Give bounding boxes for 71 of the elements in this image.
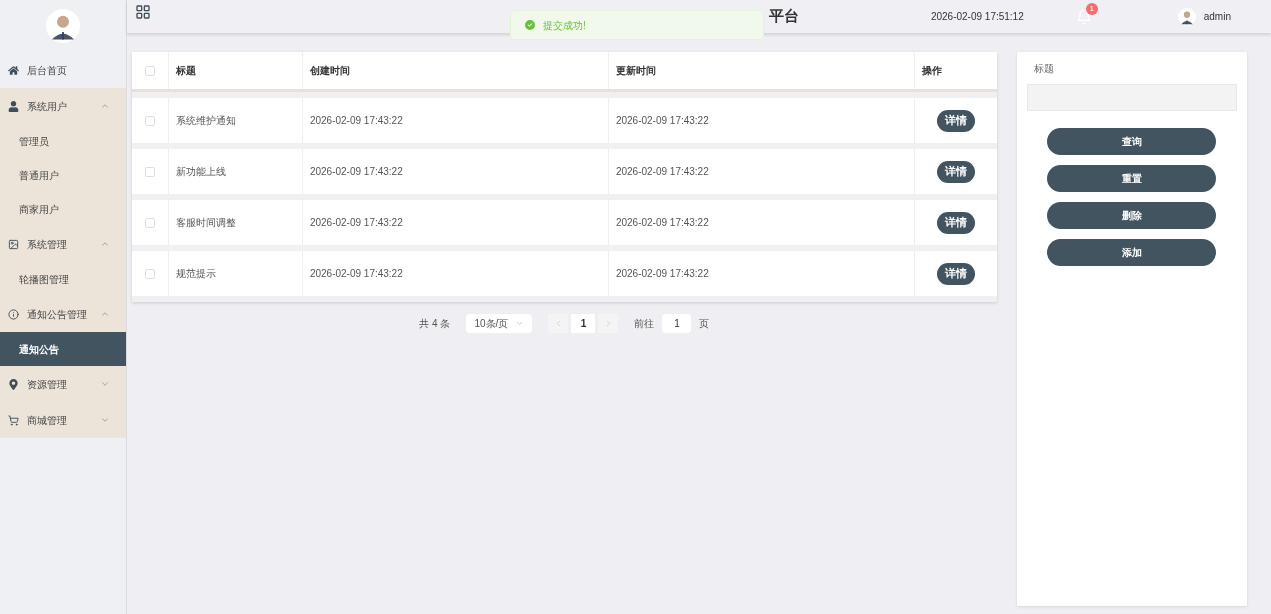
menu-item[interactable]: 通知公告管理: [0, 296, 126, 332]
table-cell-text: 2026-02-09 17:43:22: [615, 267, 709, 281]
submenu-item[interactable]: 轮播图管理: [0, 262, 126, 296]
table-cell-text: 2026-02-09 17:43:22: [309, 216, 403, 230]
action-button[interactable]: 添加: [1047, 239, 1217, 266]
filter-label: 标题: [1032, 62, 1055, 76]
action-button[interactable]: 查询: [1047, 128, 1217, 155]
total-count: 共 4 条: [419, 317, 451, 331]
menu-label: 通知公告管理: [27, 307, 88, 322]
column-header: 操作: [921, 64, 942, 78]
menu-label: 系统用户: [27, 99, 68, 114]
grid-icon[interactable]: [134, 4, 151, 20]
menu-label: 资源管理: [27, 377, 68, 392]
action-button[interactable]: 删除: [1047, 202, 1217, 229]
prev-page-button[interactable]: [548, 314, 569, 333]
user-icon: [8, 100, 19, 112]
username[interactable]: admin: [1203, 9, 1231, 24]
goto-page-field[interactable]: 1: [662, 314, 692, 333]
details-button[interactable]: 详情: [936, 109, 975, 132]
table-cell-text: 2026-02-09 17:43:22: [309, 165, 403, 179]
image-icon: [8, 238, 19, 250]
toast-message: 提交成功!: [543, 18, 586, 33]
submenu-item[interactable]: 普通用户: [0, 158, 126, 192]
bell-icon[interactable]: [1075, 8, 1092, 25]
column-header: 创建时间: [309, 64, 350, 78]
row-checkbox[interactable]: [144, 115, 155, 126]
user-avatar: [1177, 7, 1196, 26]
page-size-select[interactable]: 10条/页: [466, 314, 533, 333]
table-cell-text: 2026-02-09 17:43:22: [309, 114, 403, 128]
details-button[interactable]: 详情: [936, 211, 975, 234]
table-cell-text: 新功能上线: [175, 165, 226, 179]
pin-icon: [8, 378, 19, 390]
page-number[interactable]: 1: [571, 314, 596, 333]
table-cell-text: 2026-02-09 17:43:22: [615, 114, 709, 128]
menu-item[interactable]: 商城管理: [0, 402, 126, 438]
menu-label: 商城管理: [27, 413, 68, 428]
menu-label: 后台首页: [27, 63, 68, 78]
table-cell-text: 规范提示: [175, 267, 216, 281]
row-checkbox[interactable]: [144, 217, 155, 228]
submenu-item[interactable]: 商家用户: [0, 192, 126, 226]
row-checkbox[interactable]: [144, 166, 155, 177]
next-page-button[interactable]: [598, 314, 619, 333]
table-cell-text: 客服时间调整: [175, 216, 236, 230]
table-cell-text: 2026-02-09 17:43:22: [309, 267, 403, 281]
cart-icon: [8, 414, 19, 426]
check-icon: [525, 20, 535, 30]
avatar: [45, 9, 80, 43]
column-header: 更新时间: [615, 64, 656, 78]
action-button[interactable]: 重置: [1047, 165, 1217, 192]
details-button[interactable]: 详情: [936, 160, 975, 183]
menu-item[interactable]: 系统管理: [0, 226, 126, 262]
table-cell-text: 系统维护通知: [175, 114, 236, 128]
submenu-item[interactable]: 管理员: [0, 124, 126, 158]
chevron-down-icon: [515, 319, 525, 328]
info-icon: [8, 308, 19, 320]
select-all-checkbox[interactable]: [144, 65, 155, 76]
goto-label: 前往: [634, 317, 655, 331]
details-button[interactable]: 详情: [936, 262, 975, 285]
home-icon: [8, 64, 19, 76]
menu-label: 系统管理: [27, 237, 68, 252]
row-checkbox[interactable]: [144, 268, 155, 279]
menu-item[interactable]: 系统用户: [0, 88, 126, 124]
notification-badge: 1: [1085, 2, 1098, 15]
column-header: 标题: [175, 64, 196, 78]
site-title: 平台: [768, 6, 799, 27]
table-cell-text: 2026-02-09 17:43:22: [615, 165, 709, 179]
submenu-item[interactable]: 通知公告: [0, 332, 126, 366]
menu-item[interactable]: 资源管理: [0, 366, 126, 402]
table-cell-text: 2026-02-09 17:43:22: [615, 216, 709, 230]
page-suffix: 页: [699, 317, 710, 331]
datetime: 2026-02-09 17:51:12: [930, 10, 1024, 24]
